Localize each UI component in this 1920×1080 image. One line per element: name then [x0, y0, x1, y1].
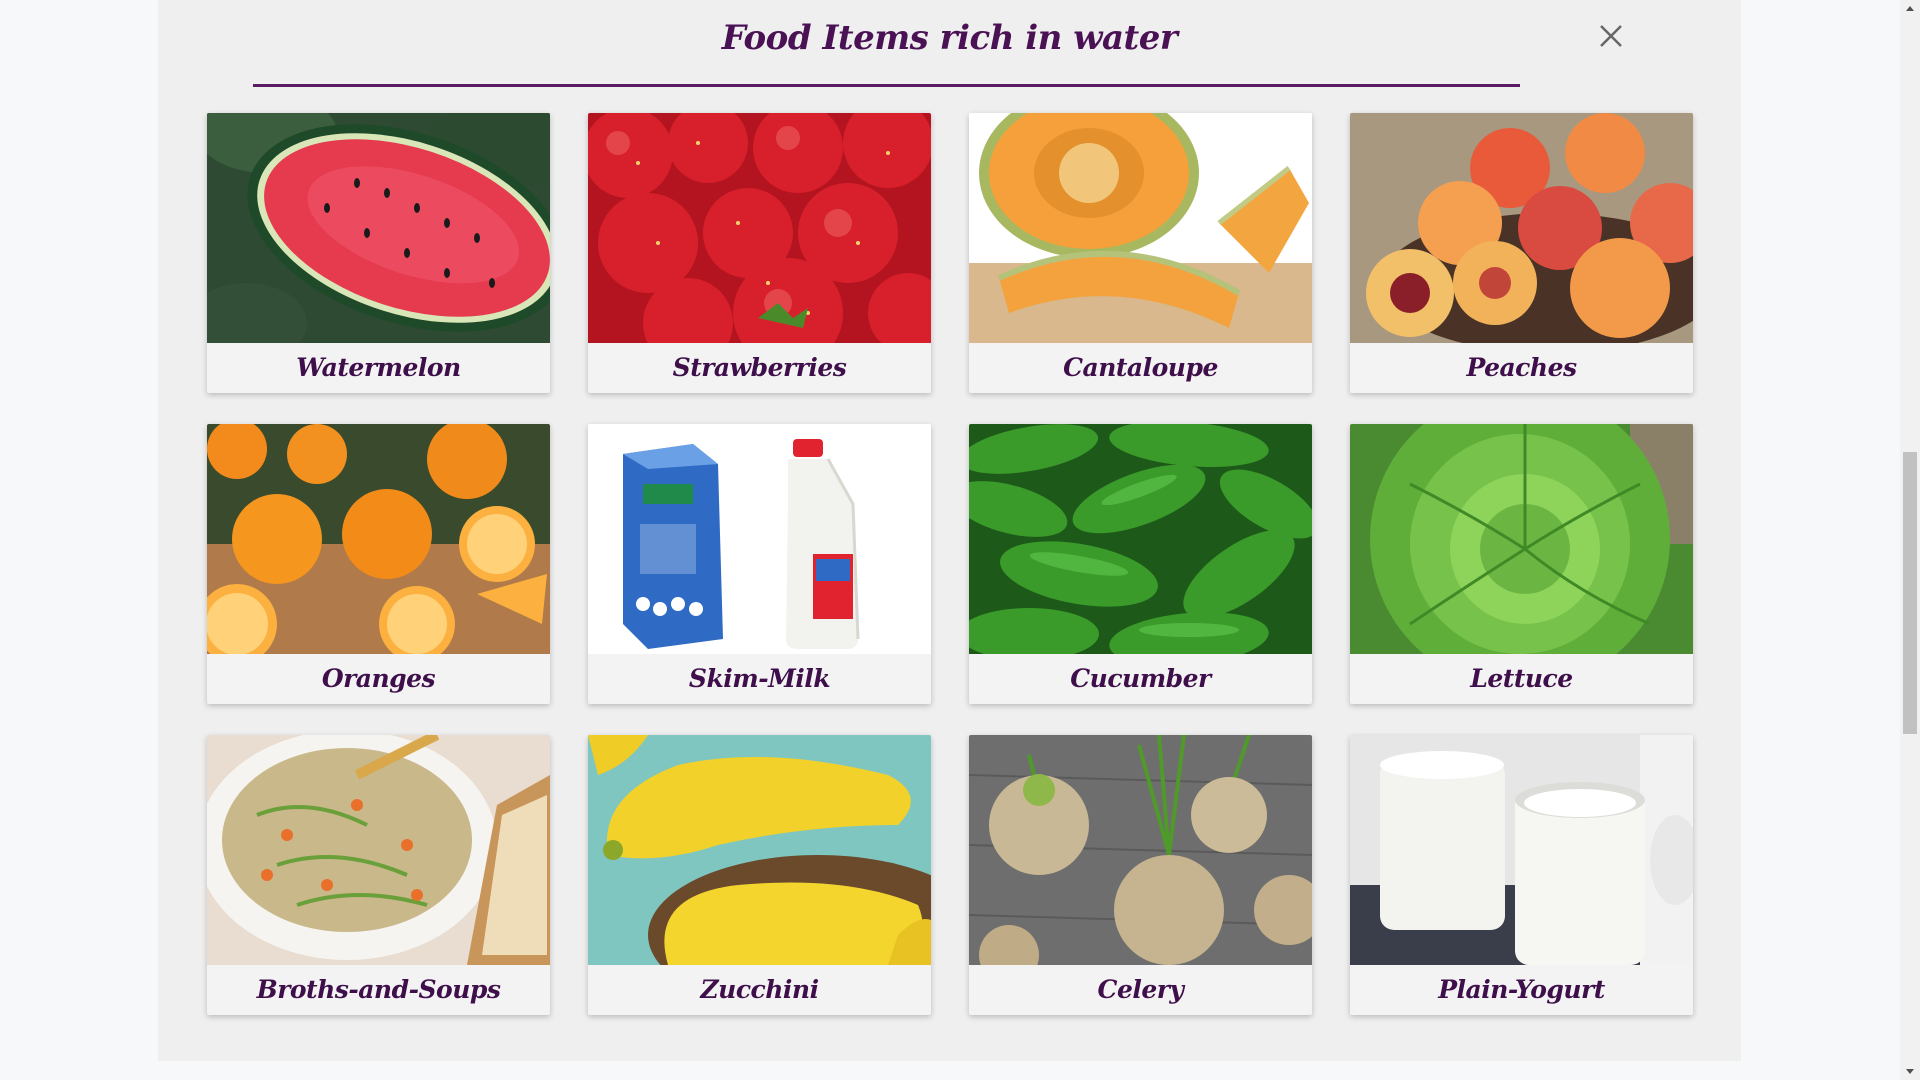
- food-label: Strawberries: [672, 353, 847, 382]
- celery-image: [969, 735, 1312, 965]
- cantaloupe-image: [969, 113, 1312, 343]
- food-card-broths-and-soups[interactable]: Broths-and-Soups: [207, 735, 550, 1015]
- food-grid: Watermelon Strawberries Cantaloupe Peach…: [207, 113, 1693, 1015]
- food-label: Peaches: [1466, 353, 1577, 382]
- scroll-down-icon[interactable]: [1900, 1063, 1920, 1080]
- scroll-up-icon[interactable]: [1900, 0, 1920, 17]
- food-card-watermelon[interactable]: Watermelon: [207, 113, 550, 393]
- food-card-cantaloupe[interactable]: Cantaloupe: [969, 113, 1312, 393]
- food-label: Zucchini: [700, 975, 819, 1004]
- food-card-strawberries[interactable]: Strawberries: [588, 113, 931, 393]
- food-label: Cucumber: [1070, 664, 1211, 693]
- food-card-zucchini[interactable]: Zucchini: [588, 735, 931, 1015]
- food-card-skim-milk[interactable]: Skim-Milk: [588, 424, 931, 704]
- scroll-thumb[interactable]: [1903, 452, 1917, 734]
- skim-milk-image: [588, 424, 931, 654]
- food-label: Plain-Yogurt: [1438, 975, 1605, 1004]
- food-label: Lettuce: [1470, 664, 1573, 693]
- watermelon-image: [207, 113, 550, 343]
- food-card-plain-yogurt[interactable]: Plain-Yogurt: [1350, 735, 1693, 1015]
- food-modal: Food Items rich in water Watermelon Stra…: [158, 0, 1741, 1061]
- food-label: Skim-Milk: [688, 664, 831, 693]
- food-label: Watermelon: [296, 353, 461, 382]
- scrollbar[interactable]: [1900, 0, 1920, 1080]
- title-divider: [253, 84, 1520, 87]
- food-card-celery[interactable]: Celery: [969, 735, 1312, 1015]
- food-label: Cantaloupe: [1063, 353, 1218, 382]
- plain-yogurt-image: [1350, 735, 1693, 965]
- food-card-cucumber[interactable]: Cucumber: [969, 424, 1312, 704]
- strawberries-image: [588, 113, 931, 343]
- food-label: Oranges: [321, 664, 436, 693]
- food-card-peaches[interactable]: Peaches: [1350, 113, 1693, 393]
- close-icon[interactable]: [1595, 20, 1627, 52]
- food-label: Celery: [1097, 975, 1184, 1004]
- food-card-lettuce[interactable]: Lettuce: [1350, 424, 1693, 704]
- broths-and-soups-image: [207, 735, 550, 965]
- lettuce-image: [1350, 424, 1693, 654]
- modal-title: Food Items rich in water: [721, 18, 1178, 58]
- oranges-image: [207, 424, 550, 654]
- food-label: Broths-and-Soups: [256, 975, 501, 1004]
- food-card-oranges[interactable]: Oranges: [207, 424, 550, 704]
- peaches-image: [1350, 113, 1693, 343]
- zucchini-image: [588, 735, 931, 965]
- cucumber-image: [969, 424, 1312, 654]
